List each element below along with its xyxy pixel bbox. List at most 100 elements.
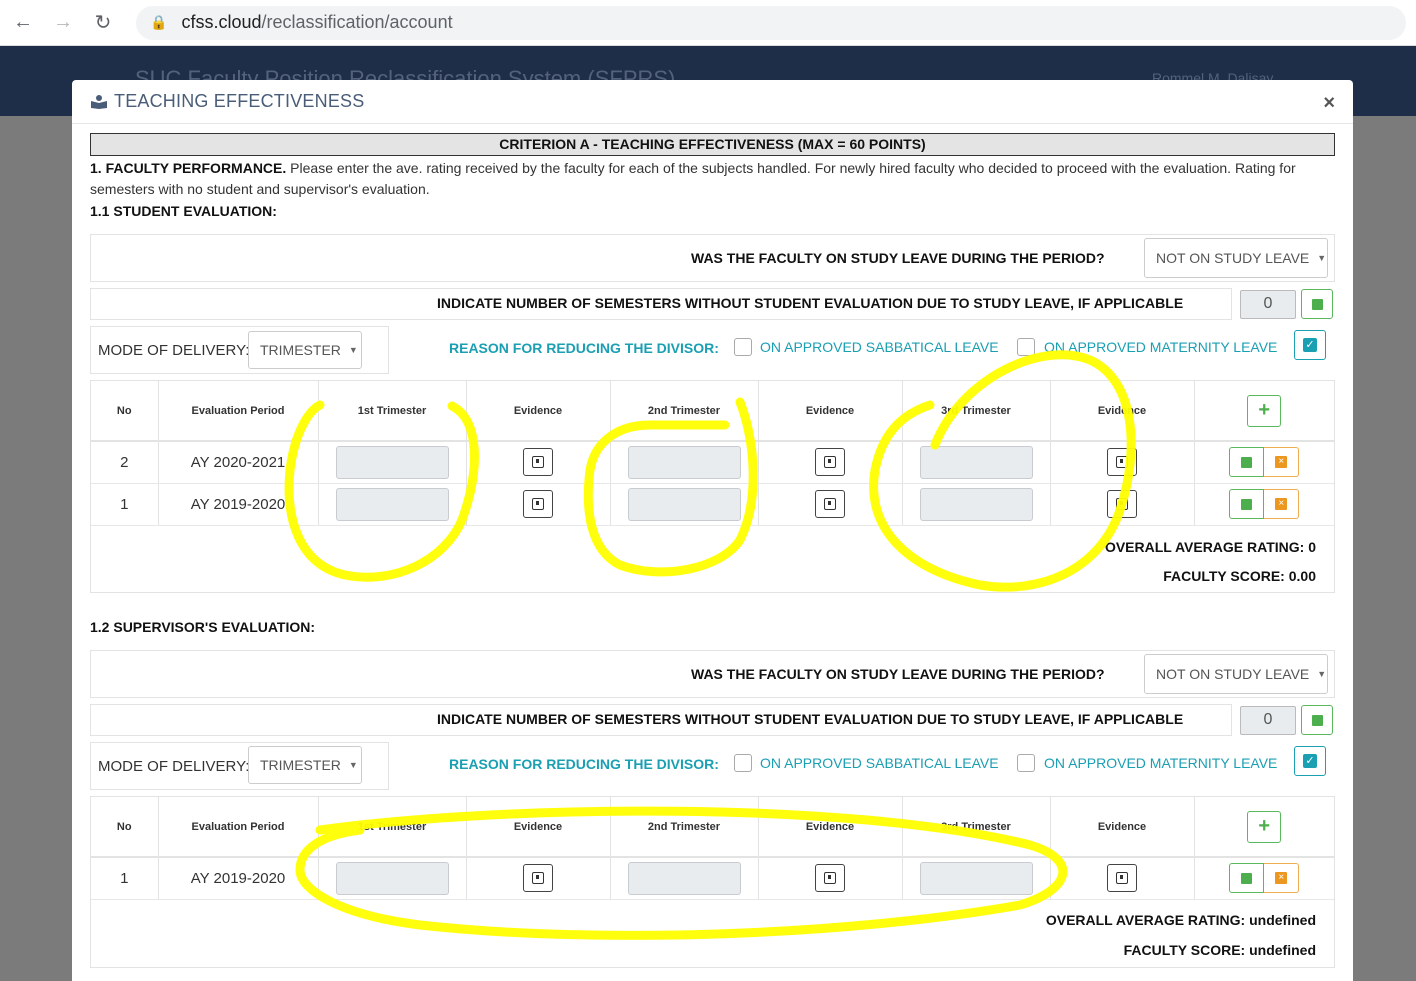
faculty-performance-text: 1. FACULTY PERFORMANCE. Please enter the… — [90, 158, 1335, 200]
evidence-button[interactable] — [1107, 490, 1137, 518]
forward-icon[interactable]: → — [46, 6, 80, 40]
save-icon — [1311, 714, 1323, 726]
trimester-3-input[interactable] — [919, 861, 1033, 895]
mode-value: TRIMESTER — [260, 757, 341, 773]
sabbatical-checkbox[interactable] — [734, 338, 752, 356]
evidence-button[interactable] — [815, 490, 845, 518]
maternity-checkbox[interactable] — [1017, 338, 1035, 356]
row-no: 1 — [91, 483, 158, 526]
col-evidence-1: Evidence — [465, 381, 610, 442]
address-bar[interactable]: 🔒 cfss.cloud/reclassification/account — [136, 5, 1406, 40]
save-icon — [1241, 872, 1253, 884]
trimester-2-input[interactable] — [627, 487, 741, 521]
modal-body: CRITERION A - TEACHING EFFECTIVENESS (MA… — [90, 133, 1335, 219]
study-leave-value: NOT ON STUDY LEAVE — [1156, 666, 1310, 682]
sabbatical-checkbox[interactable] — [734, 754, 752, 772]
confirm-reason-button[interactable]: ✓ — [1294, 746, 1326, 776]
reload-icon[interactable]: ↻ — [86, 6, 120, 40]
evidence-button[interactable] — [815, 864, 845, 893]
save-row-button[interactable] — [1229, 863, 1265, 894]
save-semesters-button[interactable] — [1301, 705, 1333, 735]
trimester-3-input[interactable] — [919, 487, 1033, 521]
mode-value: TRIMESTER — [260, 342, 341, 358]
overall-average-rating: OVERALL AVERAGE RATING: 0 — [1104, 539, 1316, 555]
chevron-down-icon: ▼ — [348, 760, 358, 770]
table-row: 2 AY 2020-2021 × — [91, 441, 1334, 484]
trimester-1-input[interactable] — [335, 861, 449, 895]
row-no: 2 — [91, 441, 158, 484]
col-actions: + — [1193, 381, 1334, 442]
trimester-1-input[interactable] — [335, 445, 449, 479]
modal-title: TEACHING EFFECTIVENESS — [114, 91, 365, 111]
semesters-input[interactable]: 0 — [1240, 290, 1296, 319]
study-leave-question: WAS THE FACULTY ON STUDY LEAVE DURING TH… — [691, 250, 1105, 266]
faculty-score: FACULTY SCORE: undefined — [1123, 942, 1316, 958]
col-no: No — [91, 381, 158, 442]
url-path: /reclassification/account — [261, 12, 453, 32]
study-leave-question: WAS THE FACULTY ON STUDY LEAVE DURING TH… — [691, 666, 1105, 682]
col-2nd-trimester: 2nd Trimester — [609, 381, 758, 442]
url-domain: cfss.cloud — [181, 12, 262, 32]
maternity-checkbox[interactable] — [1017, 754, 1035, 772]
col-3rd-trimester: 3rd Trimester — [901, 381, 1050, 442]
table-row: 1 AY 2019-2020 × — [91, 857, 1334, 900]
confirm-reason-button[interactable]: ✓ — [1294, 330, 1326, 360]
save-row-button[interactable] — [1229, 489, 1265, 519]
semesters-input[interactable]: 0 — [1240, 706, 1296, 735]
save-icon — [1241, 498, 1253, 510]
upload-icon — [1116, 456, 1128, 469]
reason-label: REASON FOR REDUCING THE DIVISOR: — [449, 756, 719, 772]
mode-label: MODE OF DELIVERY: — [98, 758, 250, 775]
add-row-button[interactable]: + — [1247, 394, 1282, 427]
evidence-button[interactable] — [1107, 864, 1137, 893]
evidence-button[interactable] — [523, 490, 553, 518]
maternity-label: ON APPROVED MATERNITY LEAVE — [1044, 755, 1278, 771]
upload-icon — [1116, 872, 1128, 885]
col-no: No — [91, 797, 158, 858]
chevron-down-icon: ▼ — [1317, 669, 1327, 679]
close-icon: × — [1275, 872, 1288, 885]
trimester-2-input[interactable] — [627, 861, 741, 895]
save-icon — [1311, 298, 1323, 310]
sabbatical-label: ON APPROVED SABBATICAL LEAVE — [760, 339, 999, 355]
save-icon — [1241, 456, 1253, 468]
evidence-button[interactable] — [1107, 448, 1137, 477]
study-leave-select[interactable]: NOT ON STUDY LEAVE ▼ — [1144, 238, 1328, 278]
evidence-button[interactable] — [523, 448, 553, 477]
faculty-performance-heading: 1. FACULTY PERFORMANCE. — [90, 160, 287, 176]
semesters-row: INDICATE NUMBER OF SEMESTERS WITHOUT STU… — [90, 288, 1232, 320]
add-row-button[interactable]: + — [1247, 810, 1282, 843]
col-evidence-1: Evidence — [465, 797, 610, 858]
save-semesters-button[interactable] — [1301, 289, 1333, 319]
back-icon[interactable]: ← — [6, 6, 40, 40]
table-row: 1 AY 2019-2020 × — [91, 483, 1334, 526]
col-1st-trimester: 1st Trimester — [317, 381, 466, 442]
col-2nd-trimester: 2nd Trimester — [609, 797, 758, 858]
upload-icon — [824, 456, 836, 469]
col-1st-trimester: 1st Trimester — [317, 797, 466, 858]
trimester-3-input[interactable] — [919, 445, 1033, 479]
mode-label: MODE OF DELIVERY: — [98, 342, 250, 359]
close-icon[interactable]: × — [1323, 92, 1335, 115]
lock-icon: 🔒 — [150, 14, 168, 30]
semesters-question: INDICATE NUMBER OF SEMESTERS WITHOUT STU… — [437, 295, 1184, 311]
evidence-button[interactable] — [523, 864, 553, 893]
mode-select[interactable]: TRIMESTER ▼ — [248, 331, 362, 369]
sabbatical-label: ON APPROVED SABBATICAL LEAVE — [760, 755, 999, 771]
overall-average-rating: OVERALL AVERAGE RATING: undefined — [1045, 912, 1316, 928]
check-icon: ✓ — [1303, 338, 1317, 352]
trimester-2-input[interactable] — [627, 445, 741, 479]
trimester-1-input[interactable] — [335, 487, 449, 521]
close-icon: × — [1275, 456, 1288, 469]
evidence-button[interactable] — [815, 448, 845, 477]
delete-row-button[interactable]: × — [1264, 489, 1300, 519]
semesters-question: INDICATE NUMBER OF SEMESTERS WITHOUT STU… — [437, 711, 1184, 727]
mode-select[interactable]: TRIMESTER ▼ — [248, 746, 362, 784]
delete-row-button[interactable]: × — [1264, 447, 1300, 478]
delete-row-button[interactable]: × — [1264, 863, 1300, 894]
study-leave-select[interactable]: NOT ON STUDY LEAVE ▼ — [1144, 654, 1328, 694]
maternity-label: ON APPROVED MATERNITY LEAVE — [1044, 339, 1278, 355]
row-no: 1 — [91, 857, 158, 900]
save-row-button[interactable] — [1229, 447, 1265, 478]
check-icon: ✓ — [1303, 754, 1317, 768]
